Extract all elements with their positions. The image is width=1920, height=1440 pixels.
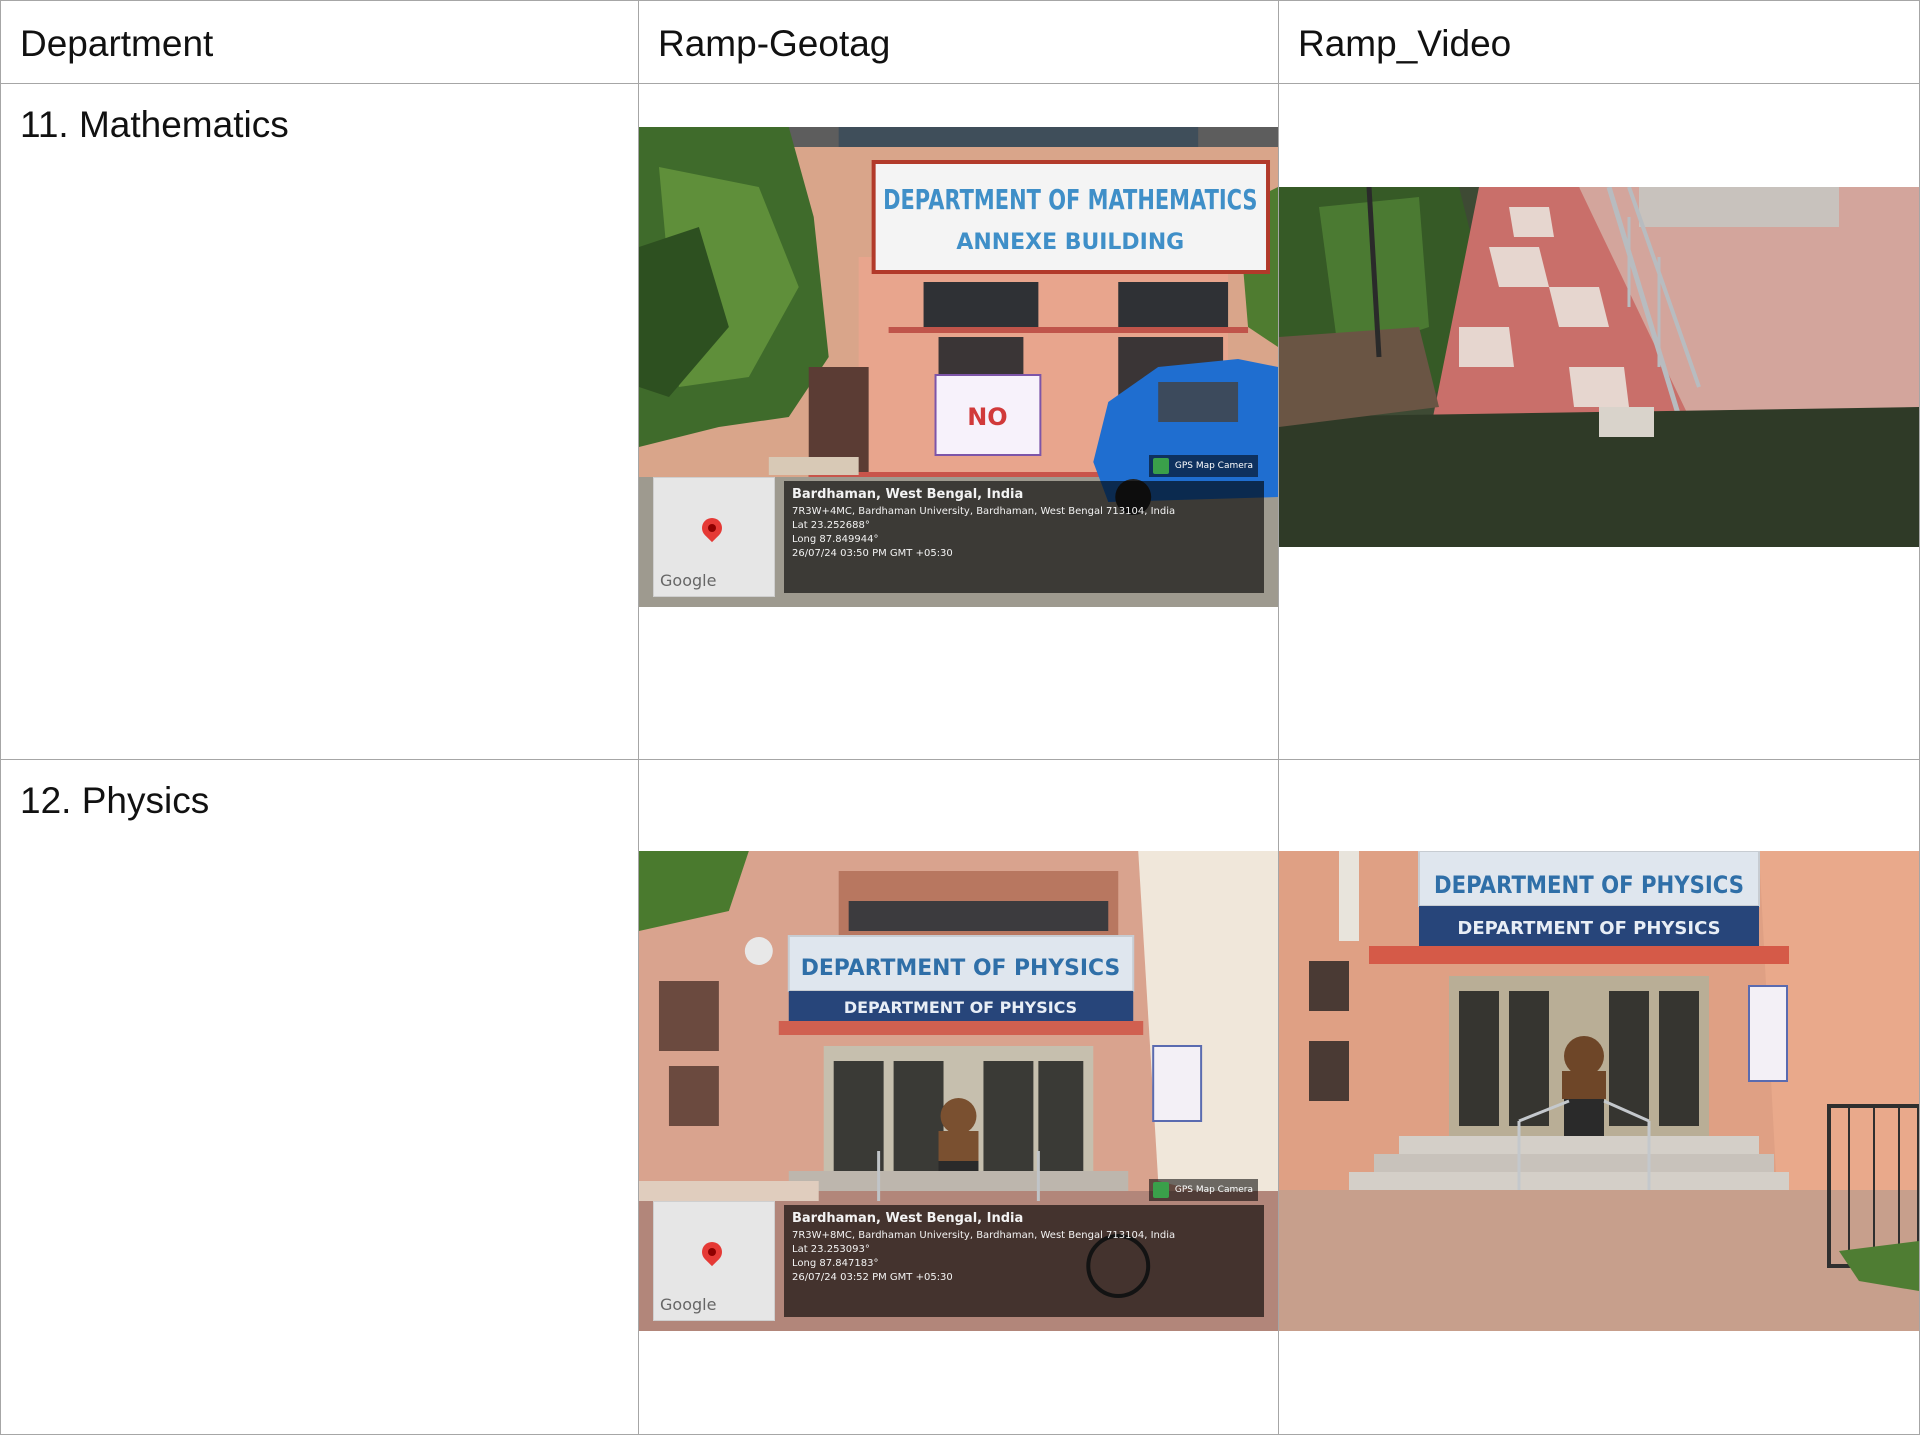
physics-sign-line1: DEPARTMENT OF PHYSICS <box>801 956 1121 981</box>
video-cell <box>1278 83 1920 760</box>
ramp-table: Department Ramp-Geotag Ramp_Video 11. Ma… <box>0 0 1920 1436</box>
geotag-overlay: Bardhaman, West Bengal, India 7R3W+4MC, … <box>784 481 1264 594</box>
department-name: 12. Physics <box>20 779 210 821</box>
department-name: 11. Mathematics <box>20 104 289 146</box>
gps-camera-badge: GPS Map Camera <box>1148 455 1258 478</box>
geotag-overlay: Bardhaman, West Bengal, India 7R3W+8MC, … <box>784 1204 1264 1317</box>
google-logo: Google <box>660 1294 717 1314</box>
geotag-latitude: Lat 23.253093° <box>792 1243 870 1255</box>
geotag-timestamp: 26/07/24 03:50 PM GMT +05:30 <box>792 548 953 560</box>
geotag-latitude: Lat 23.252688° <box>792 520 870 532</box>
math-ramp-image <box>1279 187 1919 548</box>
map-pin-icon <box>697 513 727 543</box>
geotag-address: 7R3W+8MC, Bardhaman University, Bardhama… <box>792 1229 1176 1241</box>
physics-geotag-photo: DEPARTMENT OF PHYSICS DEPARTMENT OF PHYS… <box>639 850 1278 1331</box>
header-department: Department <box>20 23 214 64</box>
physics-video-sign-line2: DEPARTMENT OF PHYSICS <box>1457 918 1720 939</box>
department-cell: 12. Physics <box>0 758 639 1436</box>
table-header-row: Department Ramp-Geotag Ramp_Video <box>0 0 1920 85</box>
google-map-thumbnail: Google <box>653 1200 775 1321</box>
math-notice-text: NO <box>967 403 1007 431</box>
math-ramp-video-frame <box>1279 187 1919 548</box>
header-ramp-geotag: Ramp-Geotag <box>658 23 891 64</box>
physics-entrance-image: DEPARTMENT OF PHYSICS DEPARTMENT OF PHYS… <box>1279 850 1919 1331</box>
geotag-longitude: Long 87.849944° <box>792 534 879 546</box>
geotag-cell: DEPARTMENT OF PHYSICS DEPARTMENT OF PHYS… <box>638 758 1279 1436</box>
department-cell: 11. Mathematics <box>0 83 639 760</box>
math-geotag-photo: DEPARTMENT OF MATHEMATICS ANNEXE BUILDIN… <box>639 127 1278 608</box>
table-row: 11. Mathematics DEPARTMENT OF MATHEMATIC… <box>0 83 1920 760</box>
physics-sign-line2: DEPARTMENT OF PHYSICS <box>844 998 1077 1017</box>
geotag-cell: DEPARTMENT OF MATHEMATICS ANNEXE BUILDIN… <box>638 83 1279 760</box>
geotag-address: 7R3W+4MC, Bardhaman University, Bardhama… <box>792 506 1176 518</box>
math-sign-line1: DEPARTMENT OF MATHEMATICS <box>883 183 1257 216</box>
physics-ramp-video-frame: DEPARTMENT OF PHYSICS DEPARTMENT OF PHYS… <box>1279 850 1919 1331</box>
gps-camera-badge: GPS Map Camera <box>1148 1178 1258 1201</box>
map-pin-icon <box>697 1237 727 1266</box>
header-ramp-video: Ramp_Video <box>1298 23 1512 64</box>
physics-video-sign-line1: DEPARTMENT OF PHYSICS <box>1434 871 1744 899</box>
math-sign-line2: ANNEXE BUILDING <box>956 230 1184 255</box>
geotag-location: Bardhaman, West Bengal, India <box>792 487 1024 503</box>
table-row: 12. Physics DEPARTMENT OF PHYSICS DEPART… <box>0 758 1920 1436</box>
video-cell: DEPARTMENT OF PHYSICS DEPARTMENT OF PHYS… <box>1278 758 1920 1436</box>
google-map-thumbnail: Google <box>653 477 775 598</box>
header-cell-department: Department <box>0 0 639 85</box>
geotag-longitude: Long 87.847183° <box>792 1257 879 1269</box>
header-cell-video: Ramp_Video <box>1278 0 1920 85</box>
geotag-location: Bardhaman, West Bengal, India <box>792 1210 1024 1226</box>
header-cell-geotag: Ramp-Geotag <box>638 0 1279 85</box>
geotag-timestamp: 26/07/24 03:52 PM GMT +05:30 <box>792 1271 953 1283</box>
google-logo: Google <box>660 571 717 591</box>
